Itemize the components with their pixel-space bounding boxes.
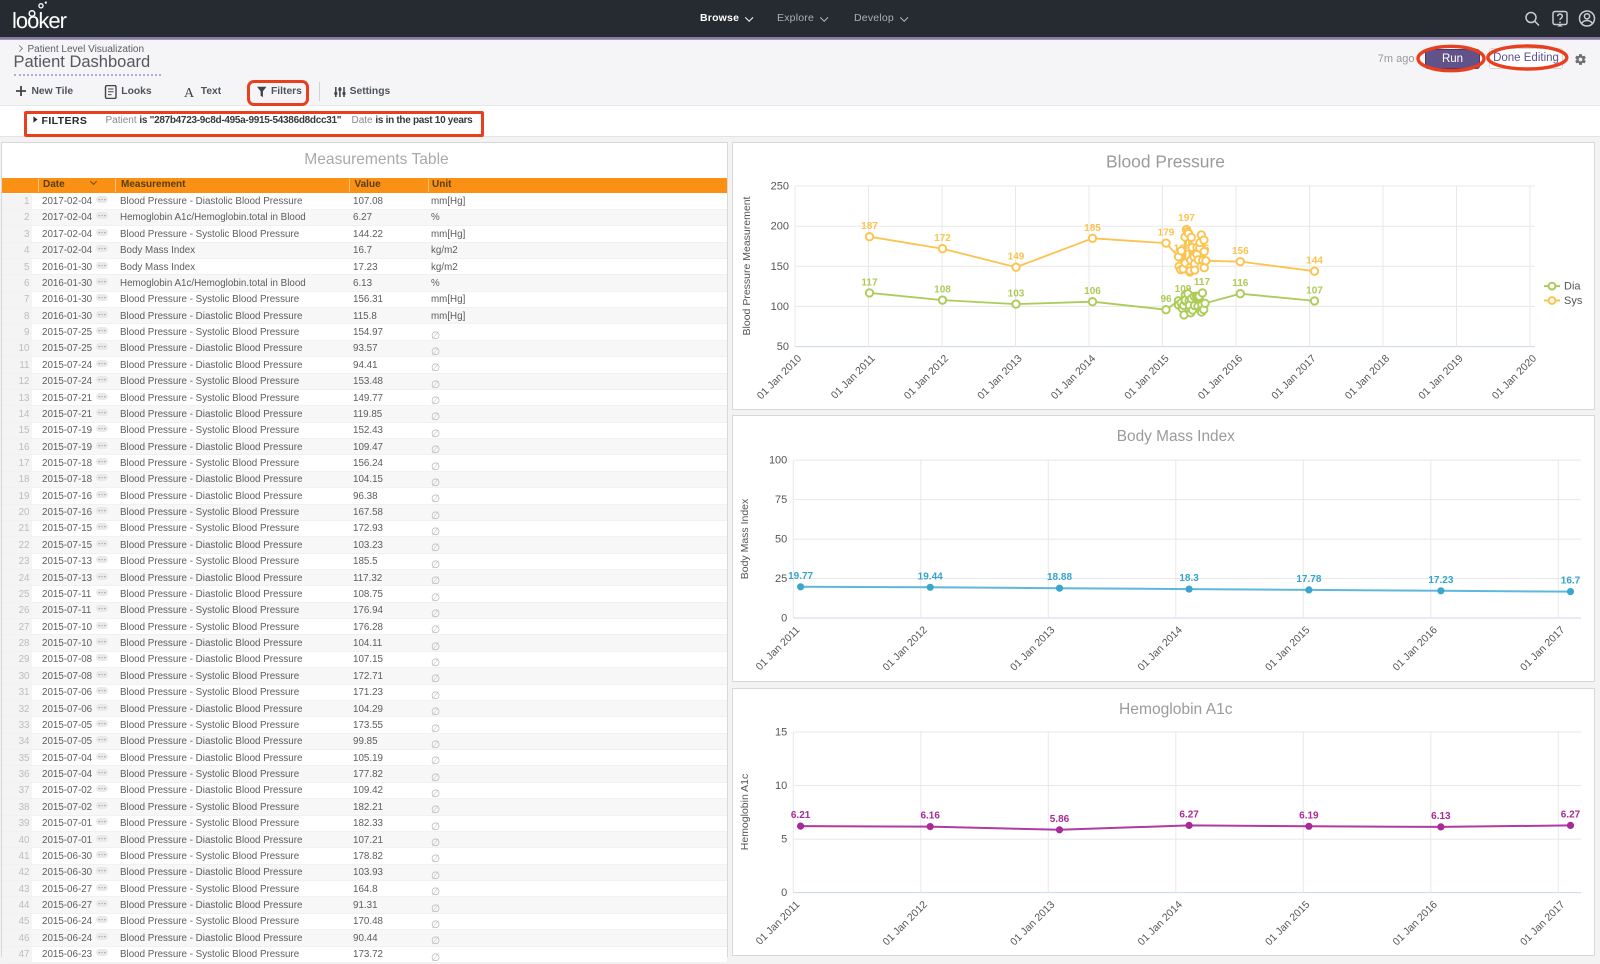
svg-text:01 Jan 2016: 01 Jan 2016 — [1391, 624, 1440, 673]
svg-text:96: 96 — [1160, 294, 1172, 305]
svg-text:17.78: 17.78 — [1296, 573, 1321, 584]
svg-text:01 Jan 2011: 01 Jan 2011 — [754, 898, 803, 947]
svg-text:106: 106 — [1084, 286, 1101, 297]
svg-text:250: 250 — [771, 180, 789, 192]
svg-text:116: 116 — [1232, 278, 1249, 289]
svg-text:Dia: Dia — [1564, 280, 1581, 292]
svg-text:10: 10 — [775, 780, 787, 792]
svg-text:Sys: Sys — [1564, 295, 1583, 307]
svg-text:01 Jan 2011: 01 Jan 2011 — [754, 624, 803, 673]
svg-text:19.44: 19.44 — [918, 571, 943, 582]
svg-text:144: 144 — [1306, 255, 1323, 266]
svg-text:6.27: 6.27 — [1561, 809, 1581, 820]
svg-text:01 Jan 2017: 01 Jan 2017 — [1269, 352, 1318, 401]
svg-text:16.7: 16.7 — [1561, 575, 1581, 586]
svg-text:01 Jan 2013: 01 Jan 2013 — [1008, 898, 1057, 947]
svg-text:179: 179 — [1158, 227, 1175, 238]
svg-text:6.13: 6.13 — [1431, 810, 1451, 821]
svg-text:6.27: 6.27 — [1179, 809, 1199, 820]
svg-text:01 Jan 2020: 01 Jan 2020 — [1490, 352, 1539, 401]
svg-text:01 Jan 2014: 01 Jan 2014 — [1136, 624, 1185, 673]
svg-text:100: 100 — [771, 300, 789, 312]
svg-text:108: 108 — [934, 284, 951, 295]
svg-text:50: 50 — [775, 533, 787, 545]
svg-text:A: A — [184, 86, 195, 99]
svg-text:17.23: 17.23 — [1428, 574, 1453, 585]
svg-text:01 Jan 2017: 01 Jan 2017 — [1518, 624, 1567, 673]
svg-text:103: 103 — [1008, 288, 1025, 299]
svg-text:01 Jan 2012: 01 Jan 2012 — [902, 352, 951, 401]
svg-text:25: 25 — [775, 573, 787, 585]
svg-text:01 Jan 2013: 01 Jan 2013 — [975, 352, 1024, 401]
svg-text:01 Jan 2011: 01 Jan 2011 — [829, 352, 878, 401]
svg-text:01 Jan 2015: 01 Jan 2015 — [1122, 352, 1171, 401]
svg-text:5: 5 — [781, 833, 787, 845]
svg-text:6.16: 6.16 — [920, 810, 940, 821]
svg-text:01 Jan 2019: 01 Jan 2019 — [1416, 352, 1465, 401]
svg-text:Blood Pressure Measurement: Blood Pressure Measurement — [741, 196, 753, 335]
svg-text:149: 149 — [1008, 251, 1025, 262]
svg-text:01 Jan 2016: 01 Jan 2016 — [1196, 352, 1245, 401]
svg-text:100: 100 — [769, 454, 787, 466]
svg-text:200: 200 — [771, 220, 789, 232]
svg-text:197: 197 — [1178, 213, 1195, 224]
svg-text:01 Jan 2010: 01 Jan 2010 — [755, 352, 804, 401]
svg-text:5.86: 5.86 — [1050, 813, 1070, 824]
svg-text:6.21: 6.21 — [791, 810, 811, 821]
svg-text:150: 150 — [771, 260, 789, 272]
svg-text:19.77: 19.77 — [788, 570, 813, 581]
svg-text:Body Mass Index: Body Mass Index — [1117, 428, 1235, 445]
svg-text:172: 172 — [934, 233, 951, 244]
svg-text:01 Jan 2016: 01 Jan 2016 — [1391, 898, 1440, 947]
svg-text:Hemoglobin A1c: Hemoglobin A1c — [1119, 701, 1233, 718]
svg-text:117: 117 — [1194, 277, 1211, 288]
svg-text:50: 50 — [777, 341, 789, 353]
svg-text:15: 15 — [775, 726, 787, 738]
svg-text:0: 0 — [781, 612, 787, 624]
svg-text:0: 0 — [781, 887, 787, 899]
svg-text:Body Mass Index: Body Mass Index — [739, 497, 751, 578]
svg-text:117: 117 — [861, 277, 878, 288]
svg-text:01 Jan 2017: 01 Jan 2017 — [1518, 898, 1567, 947]
svg-text:Hemoglobin A1c: Hemoglobin A1c — [739, 773, 751, 849]
svg-text:156: 156 — [1232, 246, 1249, 257]
svg-text:185: 185 — [1084, 222, 1101, 233]
svg-text:75: 75 — [775, 494, 787, 506]
svg-text:01 Jan 2014: 01 Jan 2014 — [1136, 898, 1185, 947]
svg-text:107: 107 — [1306, 285, 1323, 296]
svg-text:01 Jan 2012: 01 Jan 2012 — [881, 624, 930, 673]
svg-text:01 Jan 2012: 01 Jan 2012 — [881, 898, 930, 947]
svg-text:01 Jan 2018: 01 Jan 2018 — [1343, 352, 1392, 401]
svg-text:01 Jan 2015: 01 Jan 2015 — [1263, 624, 1312, 673]
svg-text:18.3: 18.3 — [1179, 573, 1199, 584]
svg-text:01 Jan 2015: 01 Jan 2015 — [1263, 898, 1312, 947]
svg-text:Blood Pressure: Blood Pressure — [1106, 151, 1225, 171]
svg-text:01 Jan 2013: 01 Jan 2013 — [1008, 624, 1057, 673]
svg-text:6.19: 6.19 — [1299, 810, 1319, 821]
svg-text:18.88: 18.88 — [1047, 572, 1072, 583]
svg-text:01 Jan 2014: 01 Jan 2014 — [1049, 352, 1098, 401]
svg-text:187: 187 — [861, 221, 878, 232]
